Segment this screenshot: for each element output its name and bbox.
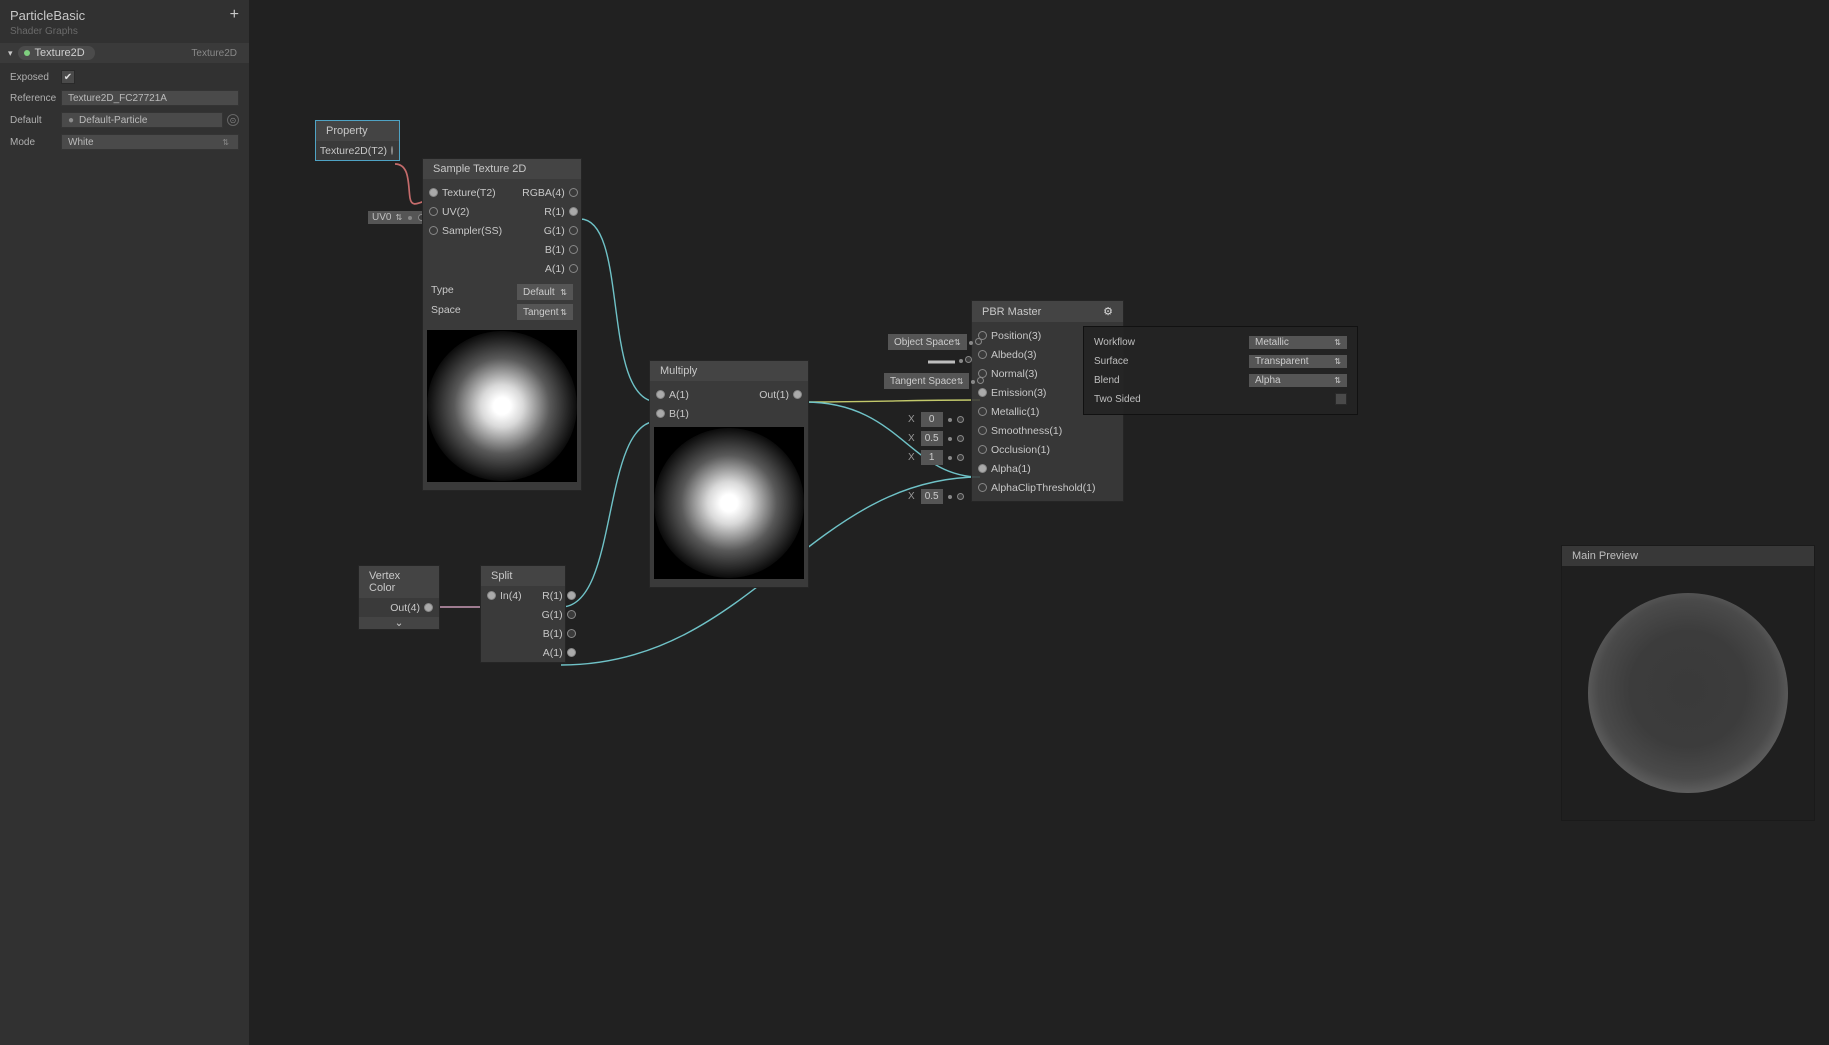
- occlusion-x-field[interactable]: X1: [908, 450, 964, 465]
- blend-dropdown[interactable]: Alpha⇅: [1249, 374, 1347, 387]
- reference-input[interactable]: Texture2D_FC27721A: [61, 90, 239, 106]
- pbr-master-header[interactable]: PBR Master ⚙: [972, 301, 1123, 322]
- exposed-checkbox[interactable]: ✔: [61, 70, 75, 84]
- space-label: Space: [431, 304, 461, 320]
- exposed-label: Exposed: [10, 72, 55, 83]
- add-property-button[interactable]: +: [230, 6, 239, 24]
- property-node-header[interactable]: Property: [316, 121, 399, 141]
- multiply-node[interactable]: Multiply A(1) B(1) Out(1): [649, 360, 809, 588]
- port-split-r[interactable]: R(1): [532, 586, 582, 605]
- split-header[interactable]: Split: [481, 566, 565, 586]
- property-item[interactable]: ▾ Texture2D Texture2D: [0, 43, 249, 63]
- default-row: Default ● Default-Particle ⊙: [0, 109, 249, 131]
- port-split-g[interactable]: G(1): [532, 605, 582, 624]
- port-sampler-in[interactable]: Sampler(SS): [423, 221, 512, 240]
- property-name: Texture2D: [35, 47, 85, 59]
- main-preview-title[interactable]: Main Preview: [1562, 546, 1814, 566]
- port-split-a[interactable]: A(1): [532, 643, 582, 662]
- port-g-out[interactable]: G(1): [512, 221, 584, 240]
- expand-toggle[interactable]: ⌄: [359, 617, 439, 629]
- port-split-b[interactable]: B(1): [532, 624, 582, 643]
- graph-path: Shader Graphs: [0, 26, 249, 43]
- port-texture-in[interactable]: Texture(T2): [423, 183, 512, 202]
- albedo-default-port[interactable]: [957, 354, 972, 366]
- multiply-preview: [654, 427, 804, 579]
- vertex-color-header[interactable]: Vertex Color: [359, 566, 439, 598]
- port-uv-in[interactable]: UV(2): [423, 202, 512, 221]
- split-node[interactable]: Split In(4) R(1) G(1) B(1) A(1): [480, 565, 566, 663]
- workflow-row: Workflow Metallic⇅: [1094, 333, 1347, 352]
- blackboard-panel: ParticleBasic + Shader Graphs ▾ Texture2…: [0, 0, 250, 1045]
- position-space-chip[interactable]: Object Space⇅: [888, 334, 982, 350]
- edge-layer: [250, 0, 1829, 1045]
- object-picker-button[interactable]: ⊙: [227, 114, 239, 126]
- exposed-row: Exposed ✔: [0, 67, 249, 87]
- smoothness-x-field[interactable]: X0.5: [908, 431, 964, 446]
- blackboard-header: ParticleBasic +: [0, 0, 249, 26]
- port-occlusion[interactable]: Occlusion(1): [972, 440, 1123, 459]
- twosided-row: Two Sided: [1094, 390, 1347, 408]
- property-node[interactable]: Property Texture2D(T2): [315, 120, 400, 161]
- space-dropdown[interactable]: Tangent⇅: [517, 304, 573, 320]
- mode-row: Mode White ⇅: [0, 131, 249, 153]
- port-mult-out[interactable]: Out(1): [729, 385, 808, 404]
- alphaclip-x-field[interactable]: X0.5: [908, 489, 964, 504]
- default-texture-field[interactable]: ● Default-Particle: [61, 112, 223, 128]
- main-preview-panel[interactable]: Main Preview: [1561, 545, 1815, 821]
- normal-space-chip[interactable]: Tangent Space⇅: [884, 373, 984, 389]
- property-type-label: Texture2D: [191, 48, 237, 59]
- blend-row: Blend Alpha⇅: [1094, 371, 1347, 390]
- type-label: Type: [431, 284, 454, 300]
- port-vcolor-out[interactable]: Out(4): [359, 598, 439, 617]
- port-a-out[interactable]: A(1): [512, 259, 584, 278]
- sample-texture-node[interactable]: Sample Texture 2D Texture(T2) UV(2) Samp…: [422, 158, 582, 491]
- twosided-checkbox[interactable]: [1335, 393, 1347, 405]
- main-preview-viewport[interactable]: [1562, 566, 1814, 820]
- vertex-color-node[interactable]: Vertex Color Out(4) ⌄: [358, 565, 440, 630]
- multiply-header[interactable]: Multiply: [650, 361, 808, 381]
- surface-row: Surface Transparent⇅: [1094, 352, 1347, 371]
- property-pill[interactable]: Texture2D: [18, 46, 95, 60]
- sample-preview: [427, 330, 577, 482]
- reference-row: Reference Texture2D_FC27721A: [0, 87, 249, 109]
- port-split-in[interactable]: In(4): [481, 586, 532, 605]
- port-r-out[interactable]: R(1): [512, 202, 584, 221]
- pbr-settings-popout: Workflow Metallic⇅ Surface Transparent⇅ …: [1083, 326, 1358, 415]
- surface-dropdown[interactable]: Transparent⇅: [1249, 355, 1347, 368]
- preview-sphere: [1588, 593, 1788, 793]
- sample-texture-header[interactable]: Sample Texture 2D: [423, 159, 581, 179]
- graph-canvas[interactable]: Property Texture2D(T2) UV0⇅ Sample Textu…: [250, 0, 1829, 1045]
- property-out-port[interactable]: Texture2D(T2): [316, 141, 399, 160]
- type-dropdown[interactable]: Default⇅: [517, 284, 573, 300]
- exposed-dot-icon: [24, 50, 30, 56]
- port-b-out[interactable]: B(1): [512, 240, 584, 259]
- port-alphaclip[interactable]: AlphaClipThreshold(1): [972, 478, 1123, 497]
- mode-dropdown[interactable]: White ⇅: [61, 134, 239, 150]
- port-alpha[interactable]: Alpha(1): [972, 459, 1123, 478]
- port-mult-b[interactable]: B(1): [650, 404, 729, 423]
- mode-label: Mode: [10, 137, 55, 148]
- port-rgba-out[interactable]: RGBA(4): [512, 183, 584, 202]
- port-smoothness[interactable]: Smoothness(1): [972, 421, 1123, 440]
- default-label: Default: [10, 115, 55, 126]
- graph-name: ParticleBasic: [10, 8, 85, 23]
- workflow-dropdown[interactable]: Metallic⇅: [1249, 336, 1347, 349]
- port-mult-a[interactable]: A(1): [650, 385, 729, 404]
- metallic-x-field[interactable]: X0: [908, 412, 964, 427]
- gear-icon[interactable]: ⚙: [1103, 305, 1113, 318]
- collapse-icon[interactable]: ▾: [8, 48, 13, 59]
- reference-label: Reference: [10, 93, 55, 104]
- uv-default-chip[interactable]: UV0⇅: [368, 211, 429, 224]
